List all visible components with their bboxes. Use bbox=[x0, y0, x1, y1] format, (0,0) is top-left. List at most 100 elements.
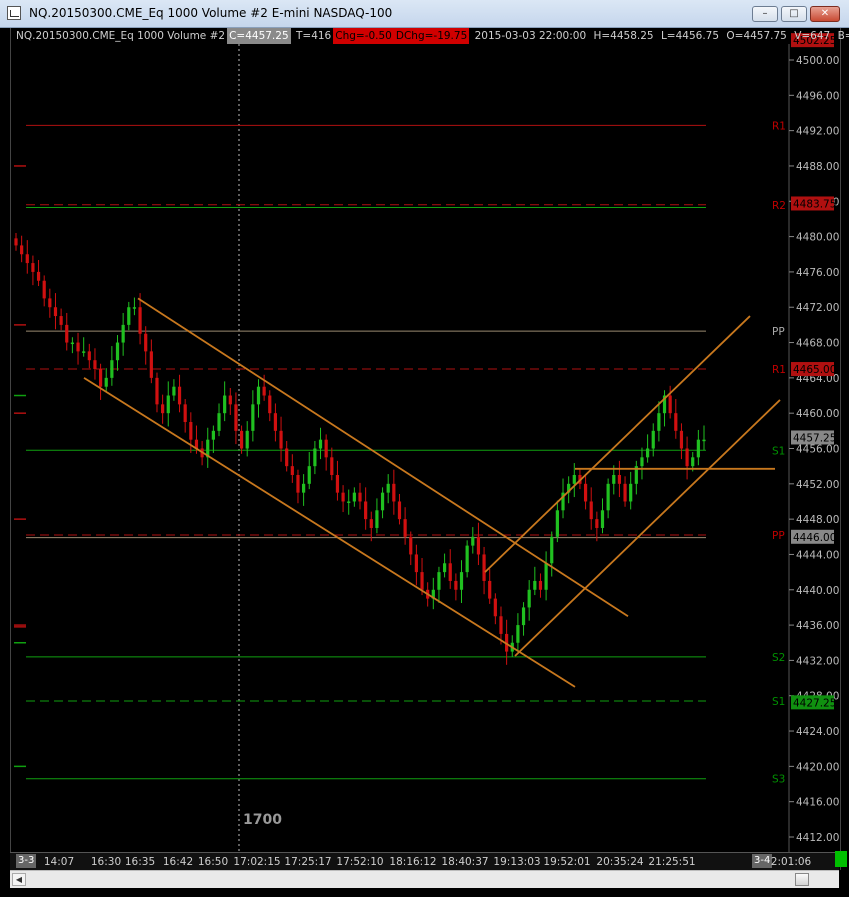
y-tick-label: 4476.00 bbox=[796, 267, 839, 279]
y-tick-label: 4492.00 bbox=[796, 126, 839, 138]
candle-body bbox=[87, 351, 91, 361]
price-tag-label: 4465.00 bbox=[793, 364, 836, 376]
candle-body bbox=[612, 474, 616, 484]
candle-body bbox=[600, 510, 605, 528]
y-tick-label: 4412.00 bbox=[796, 832, 839, 844]
hud-ticks: T=416 bbox=[295, 30, 332, 42]
x-axis-tick-label: 14:07 bbox=[43, 856, 75, 868]
y-tick-label: 4452.00 bbox=[796, 479, 839, 491]
candle-body bbox=[572, 474, 576, 484]
candle-body bbox=[538, 580, 543, 590]
hud-change: Chg=-0.50 bbox=[333, 28, 394, 44]
candle-body bbox=[172, 386, 176, 396]
candle-body bbox=[623, 483, 627, 502]
y-tick-label: 4424.00 bbox=[796, 726, 839, 738]
candle-body bbox=[132, 307, 137, 309]
resize-grip-icon[interactable] bbox=[835, 851, 847, 867]
pivot-level-label: S2 bbox=[772, 652, 785, 664]
candle-body bbox=[239, 430, 244, 449]
candle-body bbox=[313, 448, 317, 467]
price-tag: 4446.00 bbox=[791, 529, 836, 544]
candle-body bbox=[606, 483, 610, 511]
candle-body bbox=[702, 439, 706, 442]
candle-body bbox=[465, 545, 469, 573]
x-axis-tick-label: 20:35:24 bbox=[596, 856, 644, 868]
price-tag: 4427.25 bbox=[791, 695, 836, 710]
y-tick-label: 4416.00 bbox=[796, 797, 839, 809]
candle-body bbox=[437, 572, 441, 590]
candle-body bbox=[488, 580, 492, 599]
scroll-thumb[interactable] bbox=[795, 873, 809, 886]
candle-body bbox=[442, 563, 447, 573]
x-axis-tick-label: 17:52:10 bbox=[336, 856, 384, 868]
candle-body bbox=[454, 580, 458, 590]
candle-body bbox=[211, 430, 215, 440]
candle-body bbox=[70, 342, 74, 345]
candle-body bbox=[629, 483, 633, 502]
candle-body bbox=[93, 360, 97, 370]
candle-body bbox=[302, 483, 306, 493]
candle-body bbox=[448, 563, 452, 581]
candle-body bbox=[696, 439, 700, 458]
candle-body bbox=[256, 386, 261, 405]
candle-body bbox=[65, 324, 69, 343]
candle-body bbox=[14, 238, 18, 246]
candle-body bbox=[115, 342, 120, 361]
scroll-left-arrow-icon[interactable]: ◀ bbox=[12, 873, 26, 886]
candle-body bbox=[544, 563, 548, 590]
candle-body bbox=[521, 607, 526, 626]
candle-body bbox=[234, 404, 238, 431]
y-tick-label: 4448.00 bbox=[796, 514, 839, 526]
y-tick-label: 4420.00 bbox=[796, 761, 839, 773]
price-chart[interactable]: 4500.004496.004492.004488.004484.004480.… bbox=[0, 0, 849, 897]
candle-body bbox=[685, 448, 689, 467]
hud-day-change: DChg=-19.75 bbox=[393, 28, 470, 44]
hud-high: H=4458.25 bbox=[593, 30, 654, 42]
candle-body bbox=[414, 554, 418, 573]
candle-body bbox=[392, 483, 396, 502]
candle-body bbox=[177, 386, 182, 405]
candle-body bbox=[273, 413, 278, 431]
candle-body bbox=[409, 536, 413, 555]
candle-body bbox=[189, 422, 193, 440]
hud-close: C=4457.25 bbox=[227, 28, 291, 44]
time-axis[interactable]: 3-3 14:07 16:30 16:35 16:42 16:50 17:02:15 17:2… bbox=[10, 852, 839, 870]
candle-body bbox=[476, 536, 481, 555]
candle-body bbox=[533, 580, 537, 590]
candle-body bbox=[138, 307, 142, 334]
candle-body bbox=[251, 404, 255, 431]
candle-body bbox=[98, 369, 103, 387]
candle-body bbox=[646, 448, 650, 458]
y-tick-label: 4496.00 bbox=[796, 90, 839, 102]
price-tag-label: 4446.00 bbox=[793, 532, 836, 544]
candle-body bbox=[550, 536, 554, 564]
price-tag: 4465.00 bbox=[791, 362, 836, 377]
pivot-level-label: PP bbox=[772, 326, 785, 338]
y-tick-label: 4472.00 bbox=[796, 302, 839, 314]
candle-body bbox=[217, 413, 221, 431]
candle-body bbox=[127, 307, 131, 325]
session-annotation: 1700 bbox=[243, 812, 282, 828]
candle-body bbox=[358, 492, 362, 502]
candle-body bbox=[285, 448, 289, 467]
pivot-level-label: S3 bbox=[772, 774, 785, 786]
x-axis-tick-label: 16:30 bbox=[90, 856, 122, 868]
x-axis-tick-label: 16:35 bbox=[124, 856, 156, 868]
price-tag-label: 4483.75 bbox=[793, 198, 836, 210]
candle-body bbox=[330, 457, 334, 475]
x-axis-tick-label: 16:50 bbox=[197, 856, 229, 868]
x-axis-tick-label: 17:25:17 bbox=[284, 856, 332, 868]
candle-body bbox=[335, 474, 340, 493]
candle-body bbox=[657, 413, 661, 431]
candle-body bbox=[589, 501, 593, 520]
candle-body bbox=[420, 572, 424, 590]
candle-body bbox=[375, 510, 379, 528]
horizontal-scrollbar[interactable]: ◀ bbox=[10, 870, 839, 888]
y-tick-label: 4480.00 bbox=[796, 232, 839, 244]
price-tag: 4483.75 bbox=[791, 196, 836, 211]
x-axis-tick-label: 19:52:01 bbox=[543, 856, 591, 868]
candle-body bbox=[369, 519, 373, 528]
y-tick-label: 4456.00 bbox=[796, 444, 839, 456]
candle-body bbox=[651, 430, 655, 449]
candle-body bbox=[31, 263, 35, 272]
